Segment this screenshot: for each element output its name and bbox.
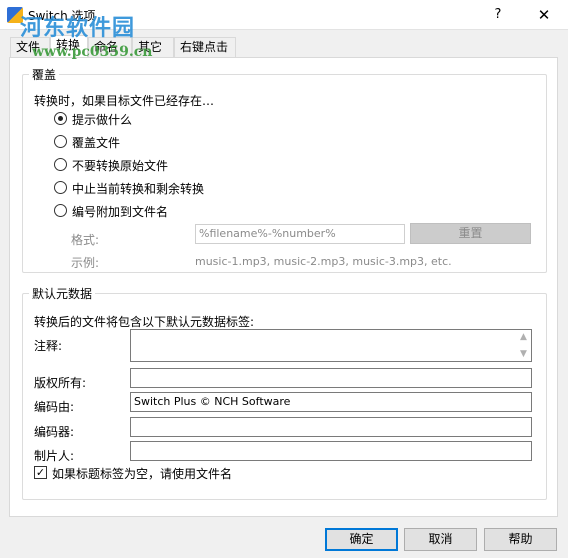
- radio-skip-label: 不要转换原始文件: [72, 159, 169, 173]
- radio-append-number[interactable]: [54, 204, 67, 217]
- example-value: music-1.mp3, music-2.mp3, music-3.mp3, e…: [195, 255, 452, 268]
- format-input[interactable]: %filename%-%number%: [195, 224, 405, 244]
- overwrite-group-title: 覆盖: [29, 66, 60, 83]
- ok-button[interactable]: 确定: [325, 528, 398, 551]
- encoded-by-label: 编码由:: [34, 400, 75, 414]
- help-icon[interactable]: ?: [487, 4, 509, 26]
- comment-label: 注释:: [34, 339, 63, 353]
- tab-file[interactable]: 文件: [10, 37, 50, 57]
- radio-append-number-label: 编号附加到文件名: [72, 205, 169, 219]
- metadata-intro: 转换后的文件将包含以下默认元数据标签:: [34, 315, 255, 329]
- encoder-input[interactable]: [130, 417, 532, 437]
- example-label: 示例:: [71, 256, 100, 270]
- title-bar: Switch 选项 ? ✕: [0, 0, 568, 30]
- radio-ask-label: 提示做什么: [72, 113, 133, 127]
- encoded-by-input[interactable]: Switch Plus © NCH Software: [130, 392, 532, 412]
- window-title: Switch 选项: [28, 9, 96, 23]
- comment-input[interactable]: ▲ ▼: [130, 329, 532, 362]
- copyright-input[interactable]: [130, 368, 532, 388]
- encoder-label: 编码器:: [34, 425, 75, 439]
- radio-abort[interactable]: [54, 181, 67, 194]
- radio-ask[interactable]: [54, 112, 67, 125]
- tab-convert[interactable]: 转换: [50, 35, 88, 58]
- overwrite-prompt: 转换时，如果目标文件已经存在…: [34, 94, 215, 108]
- scroll-down-icon[interactable]: ▼: [519, 350, 528, 359]
- switch-app-icon: [7, 7, 23, 23]
- use-filename-checkbox[interactable]: ✓: [34, 466, 47, 479]
- metadata-group: 默认元数据 转换后的文件将包含以下默认元数据标签: 注释: ▲ ▼ 版权所有: …: [22, 285, 547, 500]
- radio-skip[interactable]: [54, 158, 67, 171]
- producer-input[interactable]: [130, 441, 532, 461]
- metadata-group-title: 默认元数据: [29, 285, 96, 302]
- tab-naming[interactable]: 命名: [88, 37, 132, 57]
- reset-button[interactable]: 重置: [410, 223, 531, 244]
- tab-right-click[interactable]: 右键点击: [174, 37, 236, 57]
- tab-other[interactable]: 其它: [132, 37, 174, 57]
- overwrite-group: 覆盖 转换时，如果目标文件已经存在… 提示做什么 覆盖文件 不要转换原始文件 中…: [22, 66, 547, 273]
- settings-panel: 覆盖 转换时，如果目标文件已经存在… 提示做什么 覆盖文件 不要转换原始文件 中…: [9, 57, 558, 517]
- close-icon[interactable]: ✕: [530, 4, 558, 26]
- radio-overwrite[interactable]: [54, 135, 67, 148]
- copyright-label: 版权所有:: [34, 376, 87, 390]
- producer-label: 制片人:: [34, 449, 75, 463]
- radio-overwrite-label: 覆盖文件: [72, 136, 121, 150]
- use-filename-label: 如果标题标签为空，请使用文件名: [52, 467, 233, 481]
- help-button[interactable]: 帮助: [484, 528, 557, 551]
- format-label: 格式:: [71, 233, 100, 247]
- cancel-button[interactable]: 取消: [404, 528, 477, 551]
- radio-abort-label: 中止当前转换和剩余转换: [72, 182, 205, 196]
- scroll-up-icon[interactable]: ▲: [519, 333, 528, 342]
